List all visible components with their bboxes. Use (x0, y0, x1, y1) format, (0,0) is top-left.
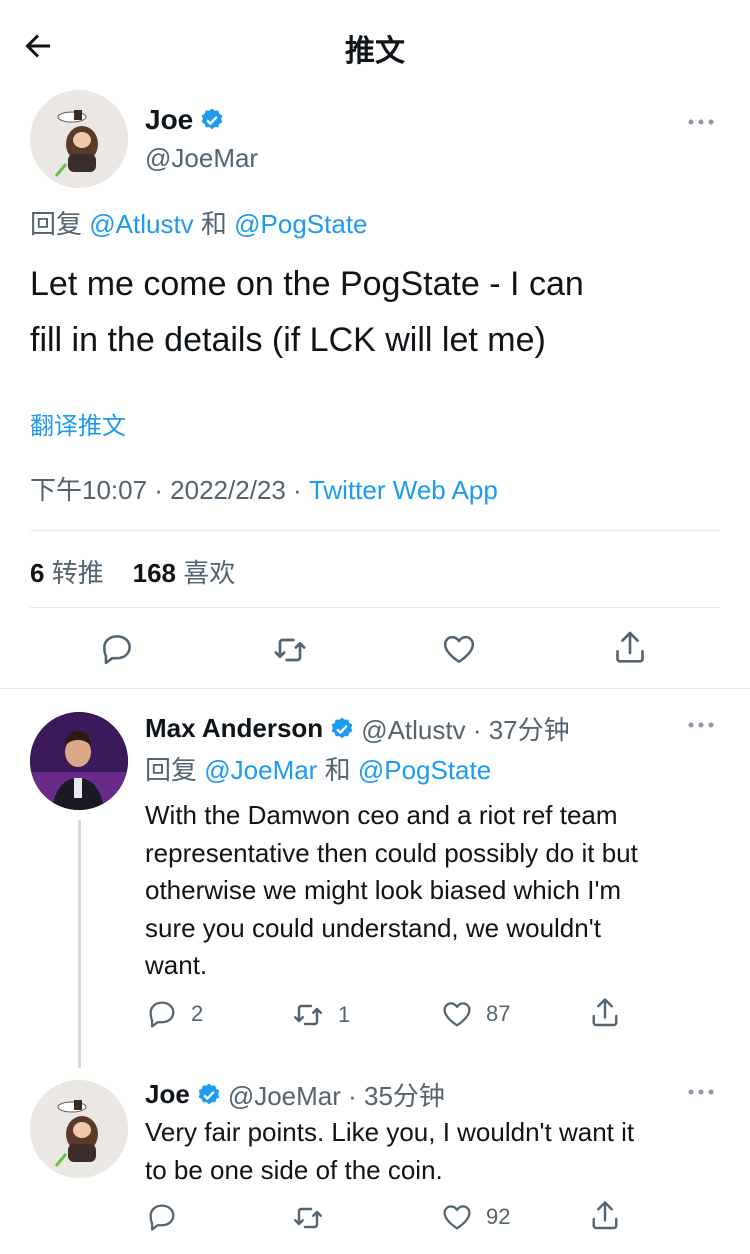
like-button[interactable]: 87 (440, 997, 510, 1031)
divider (0, 688, 750, 689)
share-icon (592, 1201, 618, 1230)
retweet-count: 1 (338, 1002, 351, 1027)
reply-text-line: Very fair points. Like you, I wouldn't w… (145, 1117, 635, 1147)
avatar[interactable] (30, 712, 128, 810)
reply-button[interactable] (145, 1200, 179, 1234)
reply-context: 回复 @JoeMar 和 @PogState (145, 750, 491, 787)
thread-line (78, 820, 81, 1068)
likes-count: 168 (132, 558, 177, 588)
author-name[interactable]: Max Anderson (145, 713, 323, 744)
mention-link[interactable]: @JoeMar (204, 755, 317, 785)
mention-link[interactable]: @Atlustv (89, 209, 193, 239)
more-button[interactable] (686, 112, 716, 132)
translate-link[interactable]: 翻译推文 (30, 406, 126, 441)
like-count: 87 (486, 1001, 511, 1026)
author-handle-time[interactable]: @JoeMar · 35分钟 (228, 1076, 445, 1113)
author-handle-time[interactable]: @Atlustv · 37分钟 (361, 710, 569, 747)
tweet-time[interactable]: 下午10:07 · 2022/2/23 · (30, 475, 309, 505)
likes-stat[interactable]: 168 喜欢 (133, 558, 236, 588)
like-icon (443, 635, 475, 663)
reply-context: 回复 @Atlustv 和 @PogState (30, 204, 368, 241)
mention-link[interactable]: @PogState (358, 755, 491, 785)
tweet-stats: 6 转推 168 喜欢 (30, 553, 235, 590)
author-name[interactable]: Joe (145, 104, 193, 136)
share-icon (616, 631, 644, 663)
avatar[interactable] (30, 90, 128, 188)
reply-text-line: sure you could understand, we wouldn't (145, 912, 601, 943)
retweets-stat[interactable]: 6 转推 (30, 558, 111, 588)
author-name[interactable]: Joe (145, 1079, 190, 1110)
more-icon (688, 1089, 714, 1095)
tweet-source[interactable]: Twitter Web App (309, 475, 498, 505)
reply-text-line: want. (145, 950, 208, 980)
more-icon (688, 722, 714, 728)
reply-icon (149, 1204, 175, 1231)
tweet-text: Let me come on the PogState - I can fill… (30, 256, 584, 368)
reply-prefix: 回复 (145, 755, 198, 785)
like-button[interactable]: 92 (440, 1200, 510, 1234)
reply-text-line: to be one side of the coin. (145, 1154, 443, 1185)
tweet-text-line: fill in the details (if LCK will let me) (30, 321, 546, 359)
reply-text: Very fair points. Like you, I wouldn't w… (145, 1114, 634, 1189)
more-button[interactable] (686, 715, 716, 735)
mention-link[interactable]: @PogState (234, 209, 367, 239)
reply-button[interactable] (98, 630, 136, 668)
like-count: 92 (486, 1204, 511, 1229)
verified-icon (201, 108, 223, 130)
tweet-text-line: Let me come on the PogState - I can (30, 265, 584, 303)
author-handle[interactable]: @JoeMar (145, 143, 258, 174)
retweet-icon (294, 1207, 322, 1229)
like-icon (443, 1002, 471, 1027)
reply-count: 2 (191, 1001, 204, 1026)
verified-icon (198, 1083, 220, 1104)
divider (30, 607, 720, 608)
reply-icon (103, 635, 131, 665)
reply-text-line: representative then could possibly do it… (145, 837, 638, 868)
retweet-icon (294, 1004, 322, 1026)
likes-label: 喜欢 (183, 558, 236, 588)
share-button[interactable] (587, 1198, 623, 1234)
avatar[interactable] (30, 1080, 128, 1178)
share-icon (592, 998, 618, 1027)
like-button[interactable] (440, 630, 478, 668)
retweets-label: 转推 (51, 558, 104, 588)
more-icon (688, 119, 714, 125)
more-button[interactable] (686, 1082, 716, 1102)
reply-icon (149, 1001, 175, 1028)
share-button[interactable] (610, 628, 650, 668)
reply-text-line: With the Damwon ceo and a riot ref team (145, 800, 618, 830)
retweet-button[interactable] (270, 630, 310, 670)
reply-and: 和 (324, 755, 351, 785)
retweet-icon (274, 638, 306, 662)
like-icon (443, 1205, 471, 1230)
retweets-count: 6 (30, 558, 45, 588)
divider (30, 530, 720, 531)
reply-text: With the Damwon ceo and a riot ref team … (145, 797, 638, 985)
tweet-meta: 下午10:07 · 2022/2/23 · Twitter Web App (30, 470, 498, 507)
reply-prefix: 回复 (30, 209, 83, 239)
retweet-button[interactable] (290, 1200, 326, 1236)
verified-icon (331, 717, 353, 738)
page-title: 推文 (345, 35, 405, 68)
reply-and: 和 (200, 209, 227, 239)
reply-button[interactable]: 2 (145, 997, 203, 1031)
reply-text-line: otherwise we might look biased which I'm (145, 875, 622, 905)
retweet-button[interactable]: 1 (290, 997, 350, 1033)
share-button[interactable] (587, 995, 623, 1031)
